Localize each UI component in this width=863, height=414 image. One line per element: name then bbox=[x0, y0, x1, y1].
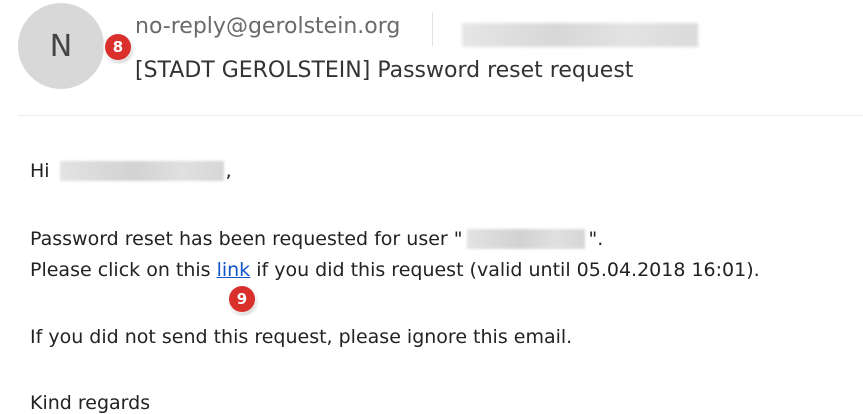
request-prefix: Password reset has been requested for us… bbox=[30, 228, 463, 250]
avatar-initial: N bbox=[49, 28, 73, 64]
ignore-line: If you did not send this request, please… bbox=[30, 326, 573, 348]
click-line: Please click on this link if you did thi… bbox=[30, 259, 760, 281]
request-suffix: ". bbox=[588, 228, 604, 250]
email-subject: [STADT GEROLSTEIN] Password reset reques… bbox=[135, 58, 634, 83]
sender-address[interactable]: no-reply@gerolstein.org bbox=[135, 14, 400, 39]
redacted-username bbox=[466, 229, 585, 249]
closing-line: Kind regards bbox=[30, 392, 151, 414]
redacted-recipient bbox=[462, 23, 698, 47]
greeting-suffix: , bbox=[225, 160, 232, 182]
header-separator bbox=[18, 115, 863, 116]
greeting-prefix: Hi bbox=[30, 160, 50, 182]
annotation-marker-8: 8 bbox=[105, 34, 131, 60]
marker-8-label: 8 bbox=[112, 38, 124, 56]
redacted-recipient-name bbox=[59, 161, 224, 181]
marker-9-label: 9 bbox=[236, 290, 248, 308]
click-suffix: if you did this request (valid until 05.… bbox=[256, 259, 760, 281]
header-divider bbox=[432, 12, 433, 46]
email-header: N 8 no-reply@gerolstein.org [STADT GEROL… bbox=[0, 0, 863, 115]
reset-link[interactable]: link bbox=[217, 259, 251, 281]
sender-avatar[interactable]: N bbox=[18, 3, 104, 89]
request-line: Password reset has been requested for us… bbox=[30, 228, 603, 250]
annotation-marker-9: 9 bbox=[229, 286, 255, 312]
greeting-line: Hi , bbox=[30, 160, 232, 182]
click-prefix: Please click on this bbox=[30, 259, 211, 281]
